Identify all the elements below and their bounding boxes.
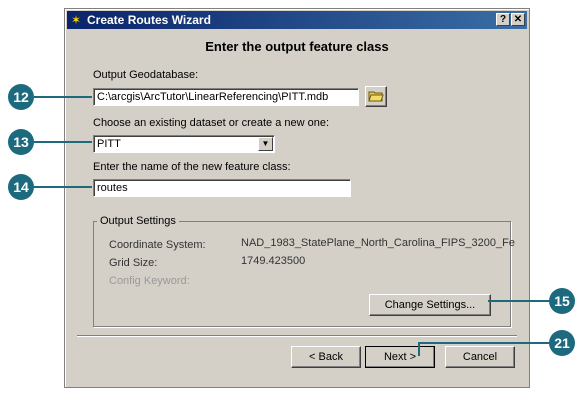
window-title: Create Routes Wizard <box>87 13 211 27</box>
callout-14-leader <box>34 186 92 188</box>
callout-12-leader <box>34 96 92 98</box>
cancel-button[interactable]: Cancel <box>445 346 515 368</box>
grid-size-value: 1749.423500 <box>241 255 306 267</box>
help-button[interactable]: ? <box>496 13 510 26</box>
callout-15: 15 <box>549 288 575 314</box>
callout-13: 13 <box>8 129 34 155</box>
page-heading: Enter the output feature class <box>205 39 389 54</box>
create-routes-wizard-dialog: ✶ Create Routes Wizard ? ✕ Enter the out… <box>64 8 530 388</box>
dataset-label: Choose an existing dataset or create a n… <box>93 117 330 129</box>
callout-21-leader-drop <box>418 342 420 356</box>
chevron-down-icon[interactable]: ▼ <box>258 137 273 151</box>
dataset-value: PITT <box>97 138 121 150</box>
back-button[interactable]: < Back <box>291 346 361 368</box>
wizard-wand-icon: ✶ <box>71 13 82 27</box>
change-settings-button[interactable]: Change Settings... <box>369 294 491 316</box>
callout-15-leader <box>488 300 550 302</box>
open-folder-icon <box>368 91 384 102</box>
callout-12: 12 <box>8 84 34 110</box>
grid-size-label: Grid Size: <box>109 257 158 269</box>
callout-14: 14 <box>8 174 34 200</box>
output-settings-legend: Output Settings <box>97 215 179 227</box>
output-geodatabase-label: Output Geodatabase: <box>93 69 199 81</box>
coordinate-system-value: NAD_1983_StatePlane_North_Carolina_FIPS_… <box>241 237 515 249</box>
config-keyword-label: Config Keyword: <box>109 275 190 287</box>
next-button[interactable]: Next > <box>365 346 435 368</box>
coordinate-system-label: Coordinate System: <box>109 239 206 251</box>
title-bar: ✶ Create Routes Wizard ? ✕ <box>67 11 527 29</box>
dataset-dropdown[interactable]: PITT ▼ <box>93 135 275 153</box>
output-geodatabase-field[interactable]: C:\arcgis\ArcTutor\LinearReferencing\PIT… <box>93 88 359 106</box>
callout-21: 21 <box>549 330 575 356</box>
feature-class-name-field[interactable]: routes <box>93 179 351 197</box>
footer-separator <box>77 335 517 337</box>
feature-class-label: Enter the name of the new feature class: <box>93 161 291 173</box>
callout-13-leader <box>34 141 92 143</box>
browse-folder-button[interactable] <box>365 86 387 107</box>
callout-21-leader <box>418 342 550 344</box>
close-button[interactable]: ✕ <box>511 13 525 26</box>
